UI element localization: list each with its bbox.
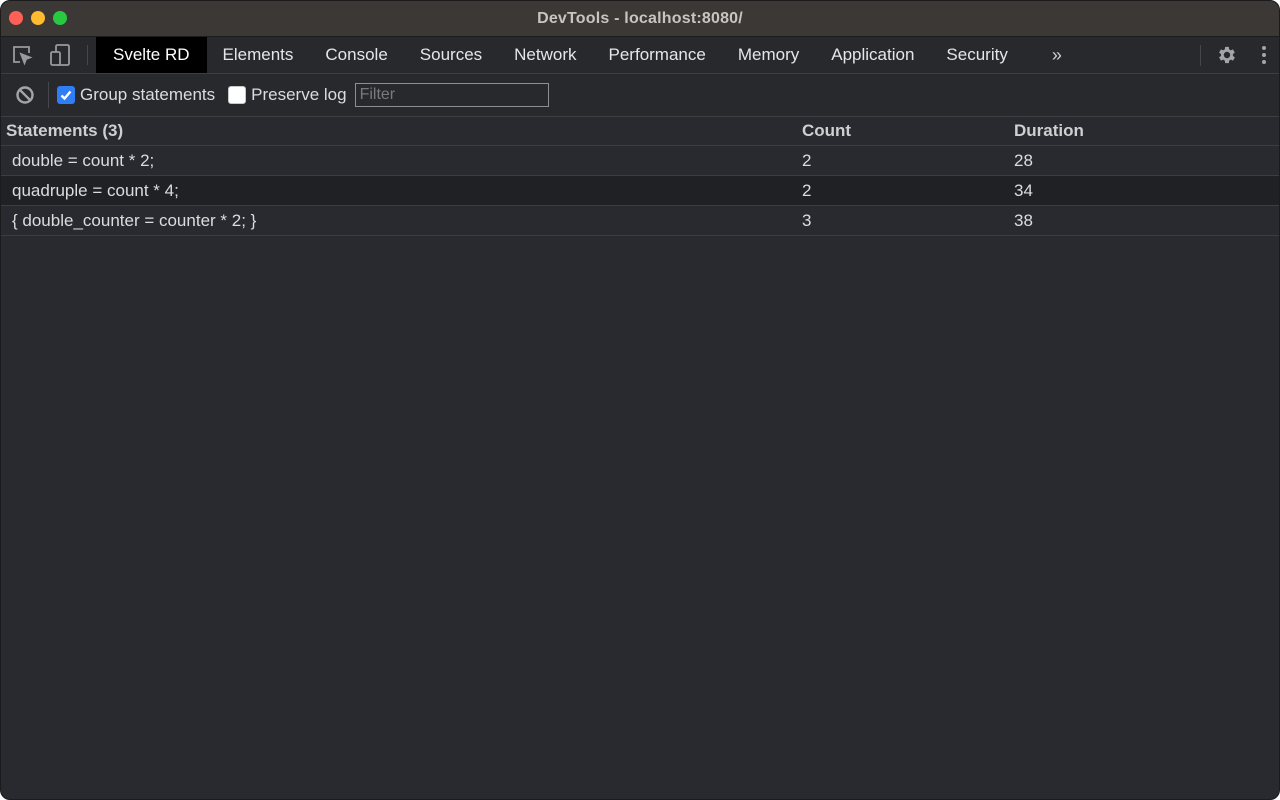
count-cell: 2 [802, 150, 812, 170]
device-toolbar-icon[interactable] [41, 37, 79, 73]
checkbox-unchecked-icon[interactable] [228, 86, 247, 104]
filter-input[interactable] [354, 83, 549, 107]
title-bar: DevTools - localhost:8080/ [1, 1, 1279, 37]
count-cell: 3 [802, 210, 812, 230]
duration-cell: 38 [1014, 210, 1033, 230]
count-cell: 2 [802, 180, 812, 200]
tab-elements[interactable]: Elements [207, 37, 310, 73]
table-row[interactable]: quadruple = count * 4; 2 34 [1, 176, 1279, 206]
panel-tab-bar: Svelte RD Elements Console Sources Netwo… [1, 37, 1279, 74]
column-header-duration[interactable]: Duration [1010, 121, 1279, 141]
divider [87, 45, 88, 65]
tab-sources[interactable]: Sources [404, 37, 498, 73]
more-tabs-button[interactable]: » [1034, 37, 1080, 73]
duration-cell: 34 [1014, 180, 1033, 200]
checkbox-checked-icon[interactable] [57, 86, 75, 104]
table-row[interactable]: double = count * 2; 2 28 [1, 146, 1279, 176]
tab-application[interactable]: Application [815, 37, 930, 73]
close-window-button[interactable] [9, 11, 23, 25]
table-header: Statements (3) Count Duration [1, 117, 1279, 146]
preserve-log-checkbox[interactable]: Preserve log [228, 85, 347, 105]
clear-block-icon[interactable] [14, 84, 36, 106]
statement-cell: { double_counter = counter * 2; } [12, 210, 257, 230]
tab-memory[interactable]: Memory [722, 37, 815, 73]
group-statements-label: Group statements [80, 85, 216, 104]
window-controls [9, 11, 67, 25]
kebab-menu-icon[interactable] [1249, 46, 1279, 64]
devtools-window: DevTools - localhost:8080/ Svelte RD Ele… [0, 0, 1280, 800]
table-row[interactable]: { double_counter = counter * 2; } 3 38 [1, 206, 1279, 236]
duration-cell: 28 [1014, 150, 1033, 170]
statement-cell: double = count * 2; [12, 150, 155, 170]
tab-network[interactable]: Network [498, 37, 592, 73]
preserve-log-label: Preserve log [251, 85, 347, 104]
divider [1200, 44, 1201, 66]
minimize-window-button[interactable] [31, 11, 45, 25]
divider [48, 82, 49, 108]
svelte-rd-toolbar: Group statements Preserve log [1, 74, 1279, 117]
gear-icon[interactable] [1205, 44, 1249, 66]
tab-svelte-rd[interactable]: Svelte RD [96, 37, 207, 73]
tab-security[interactable]: Security [930, 37, 1023, 73]
group-statements-checkbox[interactable]: Group statements [57, 85, 215, 105]
statement-cell: quadruple = count * 4; [12, 180, 179, 200]
window-title: DevTools - localhost:8080/ [537, 9, 743, 27]
statements-table: Statements (3) Count Duration double = c… [1, 117, 1279, 236]
tab-bar-actions [1196, 37, 1279, 73]
column-header-statements[interactable]: Statements (3) [1, 121, 797, 141]
tab-performance[interactable]: Performance [593, 37, 722, 73]
column-header-count[interactable]: Count [797, 121, 1010, 141]
maximize-window-button[interactable] [53, 11, 67, 25]
tab-console[interactable]: Console [309, 37, 403, 73]
inspect-element-icon[interactable] [3, 37, 41, 73]
